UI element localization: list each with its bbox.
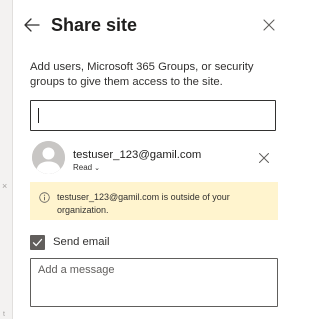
remove-user-button[interactable] [258,151,270,163]
checkbox[interactable] [30,234,45,250]
people-picker-input[interactable] [31,101,275,130]
permission-label: Read [73,163,93,172]
send-email-label: Send email [53,236,110,248]
info-icon [39,192,50,203]
close-button[interactable] [262,18,276,32]
send-email-checkbox[interactable]: Send email [30,234,110,250]
people-picker-field[interactable] [30,100,276,131]
chevron-down-icon: ⌄ [94,164,100,172]
close-icon [259,153,269,163]
message-field[interactable] [30,258,278,307]
checkmark-icon [32,238,43,246]
share-site-panel: Share site Add users, Microsoft 365 Grou… [14,0,280,319]
message-textarea[interactable] [31,259,277,306]
warning-message: testuser_123@gamil.com is outside of you… [57,192,230,215]
person-icon [32,141,65,174]
text-cursor [38,108,39,123]
permission-dropdown[interactable]: Read ⌄ [73,163,100,172]
background-edge-mark: t [3,311,5,318]
close-icon [263,19,275,31]
back-button[interactable] [22,15,44,37]
avatar [32,141,65,174]
panel-title: Share site [51,15,138,35]
user-email: testuser_123@gamil.com [73,149,202,161]
selected-user: testuser_123@gamil.com Read ⌄ [30,141,276,175]
background-page-strip: × t [0,0,13,319]
panel-description: Add users, Microsoft 365 Groups, or secu… [30,61,254,88]
arrow-left-icon [24,18,40,32]
background-edge-mark: × [2,181,8,191]
external-user-warning: testuser_123@gamil.com is outside of you… [30,182,278,220]
